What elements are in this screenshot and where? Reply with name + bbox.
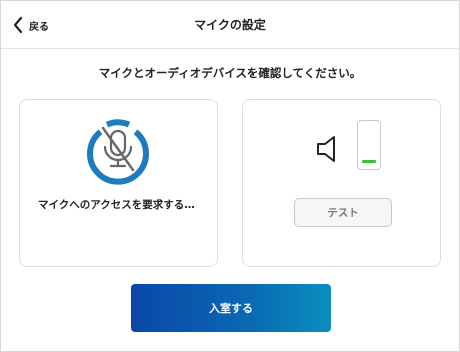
- speaker-card: テスト: [242, 99, 441, 267]
- back-label: 戻る: [29, 21, 49, 33]
- speaker-level-meter: [357, 120, 381, 170]
- enter-room-button[interactable]: 入室する: [131, 284, 331, 332]
- speaker-icon: [317, 136, 335, 162]
- page-title: マイクの設定: [194, 18, 266, 32]
- mic-off-icon: [87, 119, 149, 185]
- speaker-level-fill: [362, 160, 376, 163]
- chevron-left-icon: [13, 16, 23, 34]
- mic-card: マイクへのアクセスを要求する…: [19, 99, 218, 267]
- test-button[interactable]: テスト: [294, 198, 392, 227]
- back-button[interactable]: 戻る: [13, 14, 49, 36]
- instruction-text: マイクとオーディオデバイスを確認してください。: [98, 66, 362, 80]
- mic-access-status: マイクへのアクセスを要求する…: [38, 199, 195, 211]
- header-bar: マイクの設定 戻る: [1, 1, 459, 49]
- mic-settings-window: マイクの設定 戻る マイクとオーディオデバイスを確認してください。 マイクへのア…: [0, 0, 460, 352]
